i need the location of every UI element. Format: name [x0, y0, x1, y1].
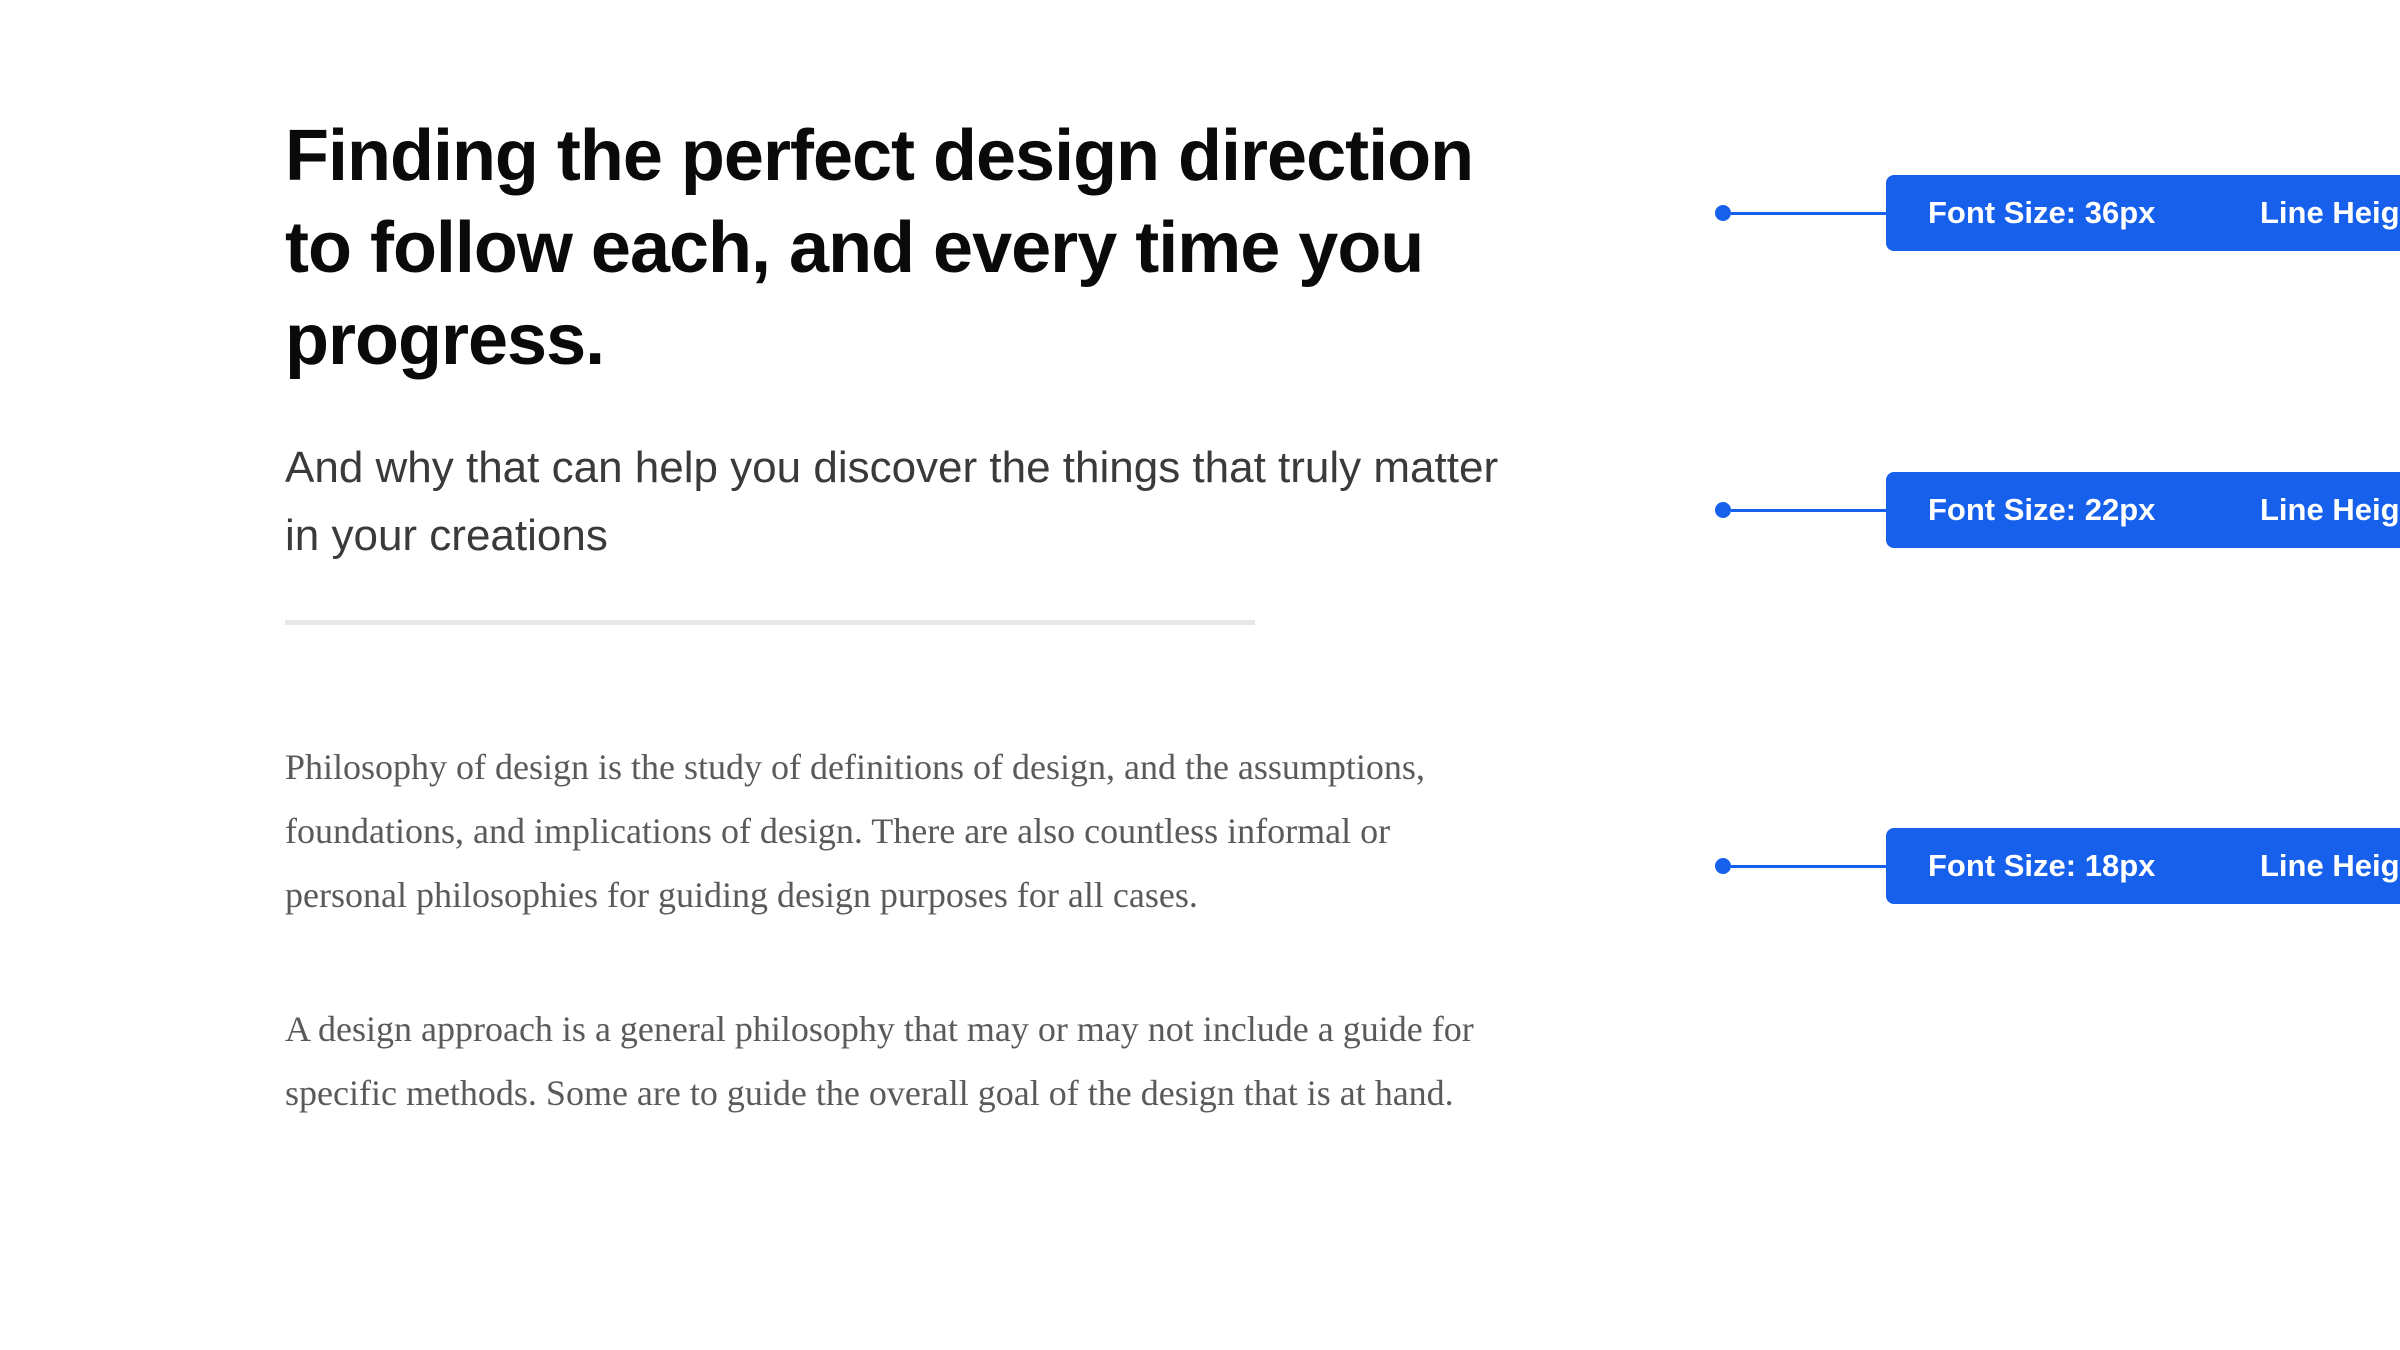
- connector-line: [1731, 865, 1886, 868]
- annotation-heading: Font Size: 36px Line Height: 46px (+10): [1715, 175, 2400, 251]
- connector-line: [1731, 212, 1886, 215]
- annotations-column: Font Size: 36px Line Height: 46px (+10) …: [1715, 110, 2260, 1195]
- marker-dot-icon: [1715, 858, 1731, 874]
- spec-pill: Font Size: 18px Line Height: 32px (+14): [1886, 828, 2400, 904]
- line-height-label: Line Height: 32px (+14): [2260, 848, 2400, 884]
- content-column: Finding the perfect design direction to …: [285, 110, 1525, 1195]
- marker-dot-icon: [1715, 205, 1731, 221]
- marker-dot-icon: [1715, 502, 1731, 518]
- heading-sample: Finding the perfect design direction to …: [285, 110, 1525, 386]
- font-size-label: Font Size: 18px: [1928, 848, 2188, 884]
- annotation-subheading: Font Size: 22px Line Height: 34px (+12): [1715, 472, 2400, 548]
- connector-line: [1731, 509, 1886, 512]
- spec-pill: Font Size: 36px Line Height: 46px (+10): [1886, 175, 2400, 251]
- font-size-label: Font Size: 22px: [1928, 492, 2188, 528]
- body-paragraph-2: A design approach is a general philosoph…: [285, 997, 1515, 1125]
- font-size-label: Font Size: 36px: [1928, 195, 2188, 231]
- body-paragraph-1: Philosophy of design is the study of def…: [285, 735, 1515, 927]
- spec-pill: Font Size: 22px Line Height: 34px (+12): [1886, 472, 2400, 548]
- subheading-sample: And why that can help you discover the t…: [285, 434, 1525, 570]
- line-height-label: Line Height: 34px (+12): [2260, 492, 2400, 528]
- divider: [285, 620, 1255, 625]
- typography-spec-layout: Finding the perfect design direction to …: [0, 0, 2400, 1195]
- annotation-body: Font Size: 18px Line Height: 32px (+14): [1715, 828, 2400, 904]
- line-height-label: Line Height: 46px (+10): [2260, 195, 2400, 231]
